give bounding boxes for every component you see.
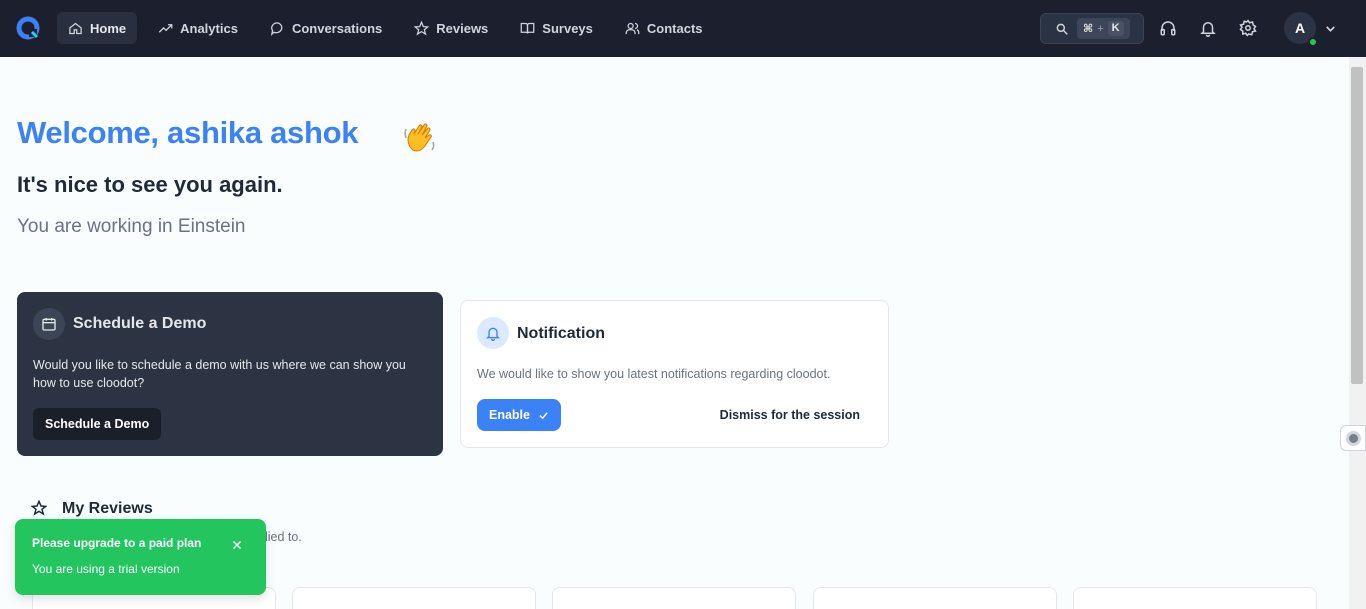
schedule-demo-button[interactable]: Schedule a Demo bbox=[33, 408, 162, 440]
widget-dot-icon bbox=[1345, 430, 1361, 446]
review-stat-card[interactable] bbox=[292, 587, 536, 609]
nav-item-label: Analytics bbox=[180, 20, 238, 36]
nav-item-conversations[interactable]: Conversations bbox=[259, 12, 393, 44]
review-stat-card[interactable] bbox=[1073, 587, 1317, 609]
shortcut-plus: + bbox=[1097, 22, 1104, 35]
calendar-icon bbox=[42, 318, 56, 331]
notifications-button[interactable] bbox=[1199, 19, 1217, 37]
main-nav: Home Analytics Conversations Reviews Sur… bbox=[57, 12, 724, 44]
bell-icon bbox=[1200, 22, 1216, 37]
home-icon bbox=[69, 22, 82, 34]
cloodot-logo-icon[interactable] bbox=[16, 16, 40, 40]
nav-item-label: Home bbox=[90, 20, 127, 36]
demo-card-text: Would you like to schedule a demo with u… bbox=[33, 358, 406, 390]
waving-hand-icon bbox=[404, 123, 435, 152]
book-open-icon bbox=[520, 22, 535, 34]
nav-item-label: Conversations bbox=[291, 20, 383, 36]
trending-up-icon bbox=[158, 23, 173, 33]
notification-card-text: We would like to show you latest notific… bbox=[477, 367, 831, 381]
nav-item-home[interactable]: Home bbox=[57, 12, 138, 44]
review-stat-card[interactable] bbox=[552, 587, 796, 609]
shortcut-key: K bbox=[1107, 21, 1124, 36]
nav-item-reviews[interactable]: Reviews bbox=[403, 12, 499, 44]
notification-card-title: Notification bbox=[517, 325, 605, 342]
search-button[interactable]: ⌘ + K bbox=[1040, 13, 1144, 44]
nav-item-surveys[interactable]: Surveys bbox=[509, 12, 604, 44]
avatar-initial: A bbox=[1294, 20, 1306, 36]
top-navigation-bar: Home Analytics Conversations Reviews Sur… bbox=[0, 0, 1366, 57]
demo-icon-badge bbox=[33, 308, 65, 340]
page-scrollbar[interactable] bbox=[1349, 67, 1366, 609]
nav-item-label: Surveys bbox=[542, 20, 593, 36]
welcome-heading: Welcome, ashika ashok bbox=[17, 115, 359, 150]
users-icon bbox=[625, 22, 640, 34]
enable-notifications-button[interactable]: Enable bbox=[477, 399, 561, 431]
side-widget-button[interactable] bbox=[1340, 425, 1366, 451]
demo-card-title: Schedule a Demo bbox=[73, 315, 207, 332]
toast-title: Please upgrade to a paid plan bbox=[32, 536, 202, 550]
workspace-text: You are working in Einstein bbox=[17, 216, 246, 237]
upgrade-toast: Please upgrade to a paid plan You are us… bbox=[15, 519, 266, 595]
star-icon bbox=[414, 20, 430, 36]
notification-icon-badge bbox=[477, 317, 509, 349]
welcome-subtitle: It's nice to see you again. bbox=[17, 172, 283, 197]
notification-card: Notification We would like to show you l… bbox=[460, 300, 889, 448]
review-stat-card[interactable] bbox=[813, 587, 1057, 609]
command-key-icon: ⌘ bbox=[1083, 23, 1094, 35]
nav-item-contacts[interactable]: Contacts bbox=[614, 12, 714, 44]
headphones-icon bbox=[1160, 21, 1176, 36]
star-icon bbox=[31, 500, 47, 516]
settings-button[interactable] bbox=[1239, 19, 1257, 37]
enable-button-label: Enable bbox=[489, 408, 530, 422]
check-icon bbox=[539, 411, 548, 419]
nav-item-analytics[interactable]: Analytics bbox=[147, 12, 249, 44]
support-button[interactable] bbox=[1159, 19, 1177, 37]
nav-item-label: Contacts bbox=[646, 20, 703, 36]
schedule-demo-card: Schedule a Demo Would you like to schedu… bbox=[17, 292, 443, 456]
search-icon bbox=[1056, 23, 1068, 35]
gear-icon bbox=[1239, 19, 1257, 37]
dismiss-session-button[interactable]: Dismiss for the session bbox=[720, 408, 860, 422]
chat-bubble-icon bbox=[270, 21, 283, 36]
nav-item-label: Reviews bbox=[436, 20, 489, 36]
chevron-down-icon[interactable] bbox=[1324, 22, 1337, 35]
scrollbar-thumb[interactable] bbox=[1351, 67, 1363, 384]
online-status-indicator bbox=[1308, 37, 1318, 47]
close-icon[interactable] bbox=[231, 539, 243, 551]
toast-text: You are using a trial version bbox=[32, 562, 180, 576]
my-reviews-heading: My Reviews bbox=[62, 500, 153, 517]
bell-icon bbox=[486, 327, 500, 341]
keyboard-shortcut: ⌘ + K bbox=[1077, 18, 1130, 39]
